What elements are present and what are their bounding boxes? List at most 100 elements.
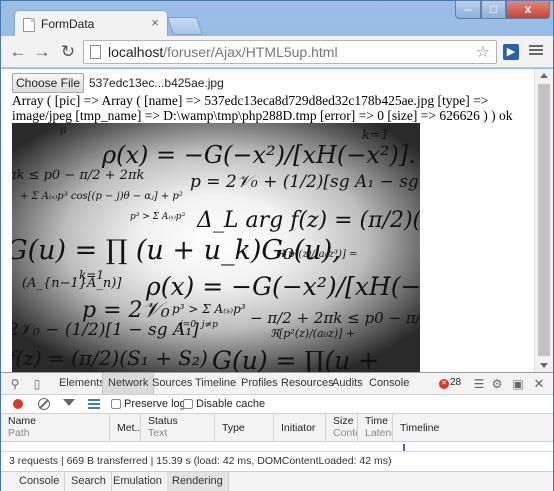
scroll-down-arrow-icon[interactable]: [540, 363, 548, 368]
tab-timeline[interactable]: Timeline: [190, 373, 241, 394]
scroll-thumb[interactable]: [538, 84, 550, 356]
column-timeline-title: Timeline: [400, 422, 440, 434]
column-name[interactable]: Name Path: [1, 414, 110, 442]
svg-text:ℜ[p²(z)/(a₀z³)] =: ℜ[p²(z)/(a₀z³)] =: [276, 249, 357, 260]
close-devtools-icon[interactable]: ✕: [532, 377, 546, 391]
svg-text:k=1: k=1: [362, 128, 389, 143]
preserve-log-label: Preserve log: [124, 398, 186, 410]
dock-side-icon[interactable]: ▣: [511, 377, 525, 391]
svg-text:− π/2 + 2πk ≤ p0 − π/2 + 2: − π/2 + 2πk ≤ p0 − π/2 + 2: [250, 309, 420, 327]
tab-close-icon[interactable]: ×: [151, 15, 159, 31]
settings-gear-icon[interactable]: ⚙: [490, 377, 504, 391]
svg-text:ρ(x) = −G(−x²)/[xH(−x²)].: ρ(x) = −G(−x²)/[xH(−x²)].: [145, 272, 420, 301]
column-name-sub: Path: [8, 427, 30, 439]
upload-result-text: Array ( [pic] => Array ( [name] => 537ed…: [12, 93, 513, 123]
drawer-tab-emulation[interactable]: Emulation: [108, 472, 168, 491]
svg-text:Δ_L arg f(z) = (π/2)(S₁ +: Δ_L arg f(z) = (π/2)(S₁ +: [196, 208, 420, 233]
drawer-tab-rendering[interactable]: Rendering: [167, 472, 229, 491]
url-host: localhost: [108, 44, 164, 60]
drawer-tab-search[interactable]: Search: [66, 472, 112, 491]
tab-title: FormData: [41, 17, 95, 31]
svg-text:ρ(x) = −G(−x²)/[xH(−x²)].: ρ(x) = −G(−x²)/[xH(−x²)].: [101, 141, 416, 169]
page-favicon-icon: [23, 18, 35, 32]
svg-text:μ: μ: [60, 125, 67, 136]
error-count[interactable]: 28: [450, 377, 461, 388]
disable-cache-checkbox[interactable]: [183, 399, 193, 409]
svg-text:G(u) = ∏(u +: G(u) = ∏(u +: [212, 346, 379, 372]
column-type-title: Type: [222, 422, 245, 434]
scroll-up-arrow-icon[interactable]: [540, 73, 548, 78]
browser-toolbar: ← → ↻ localhost/foruser/Ajax/HTML5up.htm…: [1, 36, 553, 68]
record-icon[interactable]: [13, 399, 23, 409]
page-icon: [90, 45, 101, 59]
preserve-log-checkbox[interactable]: [111, 399, 121, 409]
inspect-element-icon[interactable]: ⚲: [8, 377, 22, 391]
drawer-tab-console[interactable]: Console: [1, 472, 66, 491]
svg-text:2𝒱₀ − (1/2)[1 − sg A₁]: 2𝒱₀ − (1/2)[1 − sg A₁]: [12, 320, 199, 340]
column-size[interactable]: Size Conte: [326, 414, 358, 442]
page-vertical-scrollbar[interactable]: [534, 69, 553, 372]
column-time-sub: Latenc: [365, 427, 392, 439]
svg-text:+ Σ A₍ₛ₎p³ cos[(p − j)θ − αⱼ]: + Σ A₍ₛ₎p³ cos[(p − j)θ − αⱼ] + p²: [20, 191, 183, 202]
hamburger-menu-icon[interactable]: [529, 43, 543, 59]
math-formula-graphic: ρ(x) = −G(−x²)/[xH(−x²)]. πk ≤ p0 − π/2 …: [12, 125, 420, 372]
filter-icon[interactable]: [63, 399, 75, 406]
window-controls: – □ x: [455, 0, 550, 20]
reload-icon[interactable]: ↻: [58, 42, 78, 62]
svg-text:πk ≤ p0 − π/2 + 2πk: πk ≤ p0 − π/2 + 2πk: [12, 168, 144, 183]
column-initiator[interactable]: Initiator: [274, 414, 326, 442]
column-time[interactable]: Time Latenc: [358, 414, 393, 442]
column-initiator-title: Initiator: [281, 422, 316, 434]
selected-file-name: 537edc13ec...b425ae.jpg: [89, 76, 224, 90]
extension-icon[interactable]: ▶: [503, 44, 519, 60]
svg-text:j=0, j≠p: j=0, j≠p: [178, 320, 218, 330]
tab-audits[interactable]: Audits: [327, 373, 368, 394]
address-bar[interactable]: localhost/foruser/Ajax/HTML5up.html ☆: [83, 40, 497, 64]
browser-tab[interactable]: FormData ×: [14, 10, 168, 37]
timeline-marker: [403, 444, 405, 451]
svg-text:ℜ[p²(z)/(a₀z)] +: ℜ[p²(z)/(a₀z)] +: [270, 327, 355, 340]
url-text: localhost/foruser/Ajax/HTML5up.html: [108, 44, 338, 60]
column-name-title: Name: [8, 415, 37, 427]
column-status[interactable]: Status Text: [141, 414, 215, 442]
clear-icon[interactable]: [38, 398, 50, 410]
svg-text:p = 2𝒱₀ + (1/2)[sg A₁ − sg (A: p = 2𝒱₀ + (1/2)[sg A₁ − sg (A: [190, 172, 420, 192]
console-drawer-icon[interactable]: ☰: [472, 377, 486, 391]
forward-arrow-icon[interactable]: →: [32, 42, 52, 62]
maximize-button[interactable]: □: [481, 0, 506, 19]
drawer-tab-bar: Console Search Emulation Rendering: [1, 471, 553, 491]
devtools-tab-bar: ⚲ ▯ Elements Network Sources Timeline Pr…: [1, 373, 553, 395]
error-icon[interactable]: ✕: [439, 379, 449, 389]
device-mode-icon[interactable]: ▯: [31, 377, 43, 391]
column-time-title: Time: [365, 415, 388, 427]
column-status-sub: Text: [148, 427, 168, 439]
column-size-title: Size: [333, 415, 354, 427]
column-method[interactable]: Met...: [110, 414, 141, 442]
choose-file-button[interactable]: Choose File: [12, 73, 84, 93]
new-tab-button[interactable]: [166, 17, 204, 35]
network-summary: 3 requests | 669 B transferred | 15.39 s…: [9, 455, 392, 467]
svg-text:f(z) = (π/2)(S₁ + S₂): f(z) = (π/2)(S₁ + S₂): [12, 346, 208, 370]
back-arrow-icon[interactable]: ←: [8, 42, 28, 62]
network-grid-body[interactable]: [1, 442, 553, 452]
column-size-sub: Conte: [333, 427, 357, 439]
devtools-panel: ⚲ ▯ Elements Network Sources Timeline Pr…: [1, 372, 553, 491]
column-timeline[interactable]: Timeline: [393, 414, 553, 442]
svg-text:p³ > Σ A₍ₛ₎p³: p³ > Σ A₍ₛ₎p³: [130, 212, 186, 222]
close-window-button[interactable]: x: [506, 0, 550, 19]
column-type[interactable]: Type: [215, 414, 274, 442]
url-path: /foruser/Ajax/HTML5up.html: [163, 44, 338, 60]
network-toolbar: Preserve log Disable cache: [1, 395, 553, 414]
page-viewport: Choose File 537edc13ec...b425ae.jpg Arra…: [1, 69, 553, 372]
bookmark-star-icon[interactable]: ☆: [476, 42, 490, 62]
tab-console[interactable]: Console: [364, 373, 414, 394]
disable-cache-label: Disable cache: [196, 398, 266, 410]
svg-text:p³ > Σ A₍ₛ₎p³: p³ > Σ A₍ₛ₎p³: [172, 302, 246, 316]
uploaded-image: ρ(x) = −G(−x²)/[xH(−x²)]. πk ≤ p0 − π/2 …: [12, 123, 420, 372]
minimize-button[interactable]: –: [455, 0, 481, 19]
large-rows-icon[interactable]: [88, 399, 100, 409]
svg-text:(A_{n−1}A_n)]: (A_{n−1}A_n)]: [22, 276, 122, 291]
column-method-title: Met...: [117, 422, 141, 434]
column-status-title: Status: [148, 415, 178, 427]
network-grid-header: Name Path Met... Status Text Type Initia…: [1, 414, 553, 442]
